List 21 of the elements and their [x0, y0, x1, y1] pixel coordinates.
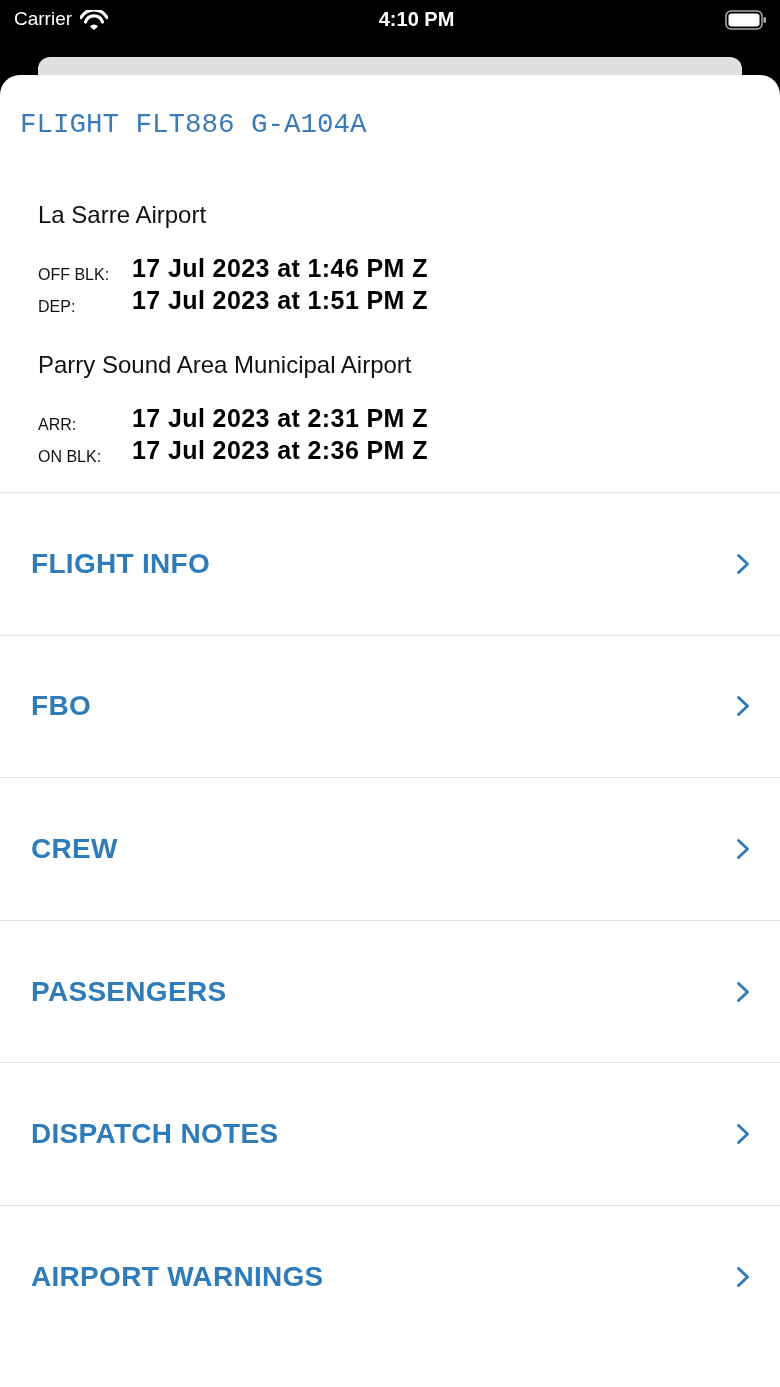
time-label: ON BLK:	[38, 447, 103, 467]
chevron-icon	[736, 552, 750, 575]
battery-icon	[725, 10, 767, 30]
time-label: DEP:	[38, 297, 77, 317]
time-value: 17 Jul 2023 at 2:31 PM Z	[132, 403, 428, 434]
chevron-icon	[736, 695, 750, 718]
time-value: 17 Jul 2023 at 1:46 PM Z	[132, 253, 428, 284]
time-label: OFF BLK:	[38, 265, 111, 285]
chevron-icon	[736, 838, 750, 860]
status-time: 4:10 PM	[378, 7, 455, 32]
wifi-icon	[80, 9, 109, 30]
chevron-icon	[736, 1123, 750, 1146]
carrier-label: Carrier	[14, 7, 73, 31]
airport-name: La Sarre Airport	[38, 200, 208, 230]
airport-name: Parry Sound Area Municipal Airport	[38, 350, 413, 380]
chevron-icon	[736, 1266, 750, 1289]
chevron-icon	[736, 980, 750, 1003]
time-value: 17 Jul 2023 at 1:51 PM Z	[132, 285, 428, 316]
flight-title: FLIGHT FLT886 G-A104A	[19, 108, 368, 142]
time-value: 17 Jul 2023 at 2:36 PM Z	[132, 435, 428, 466]
time-label: ARR:	[38, 415, 78, 435]
